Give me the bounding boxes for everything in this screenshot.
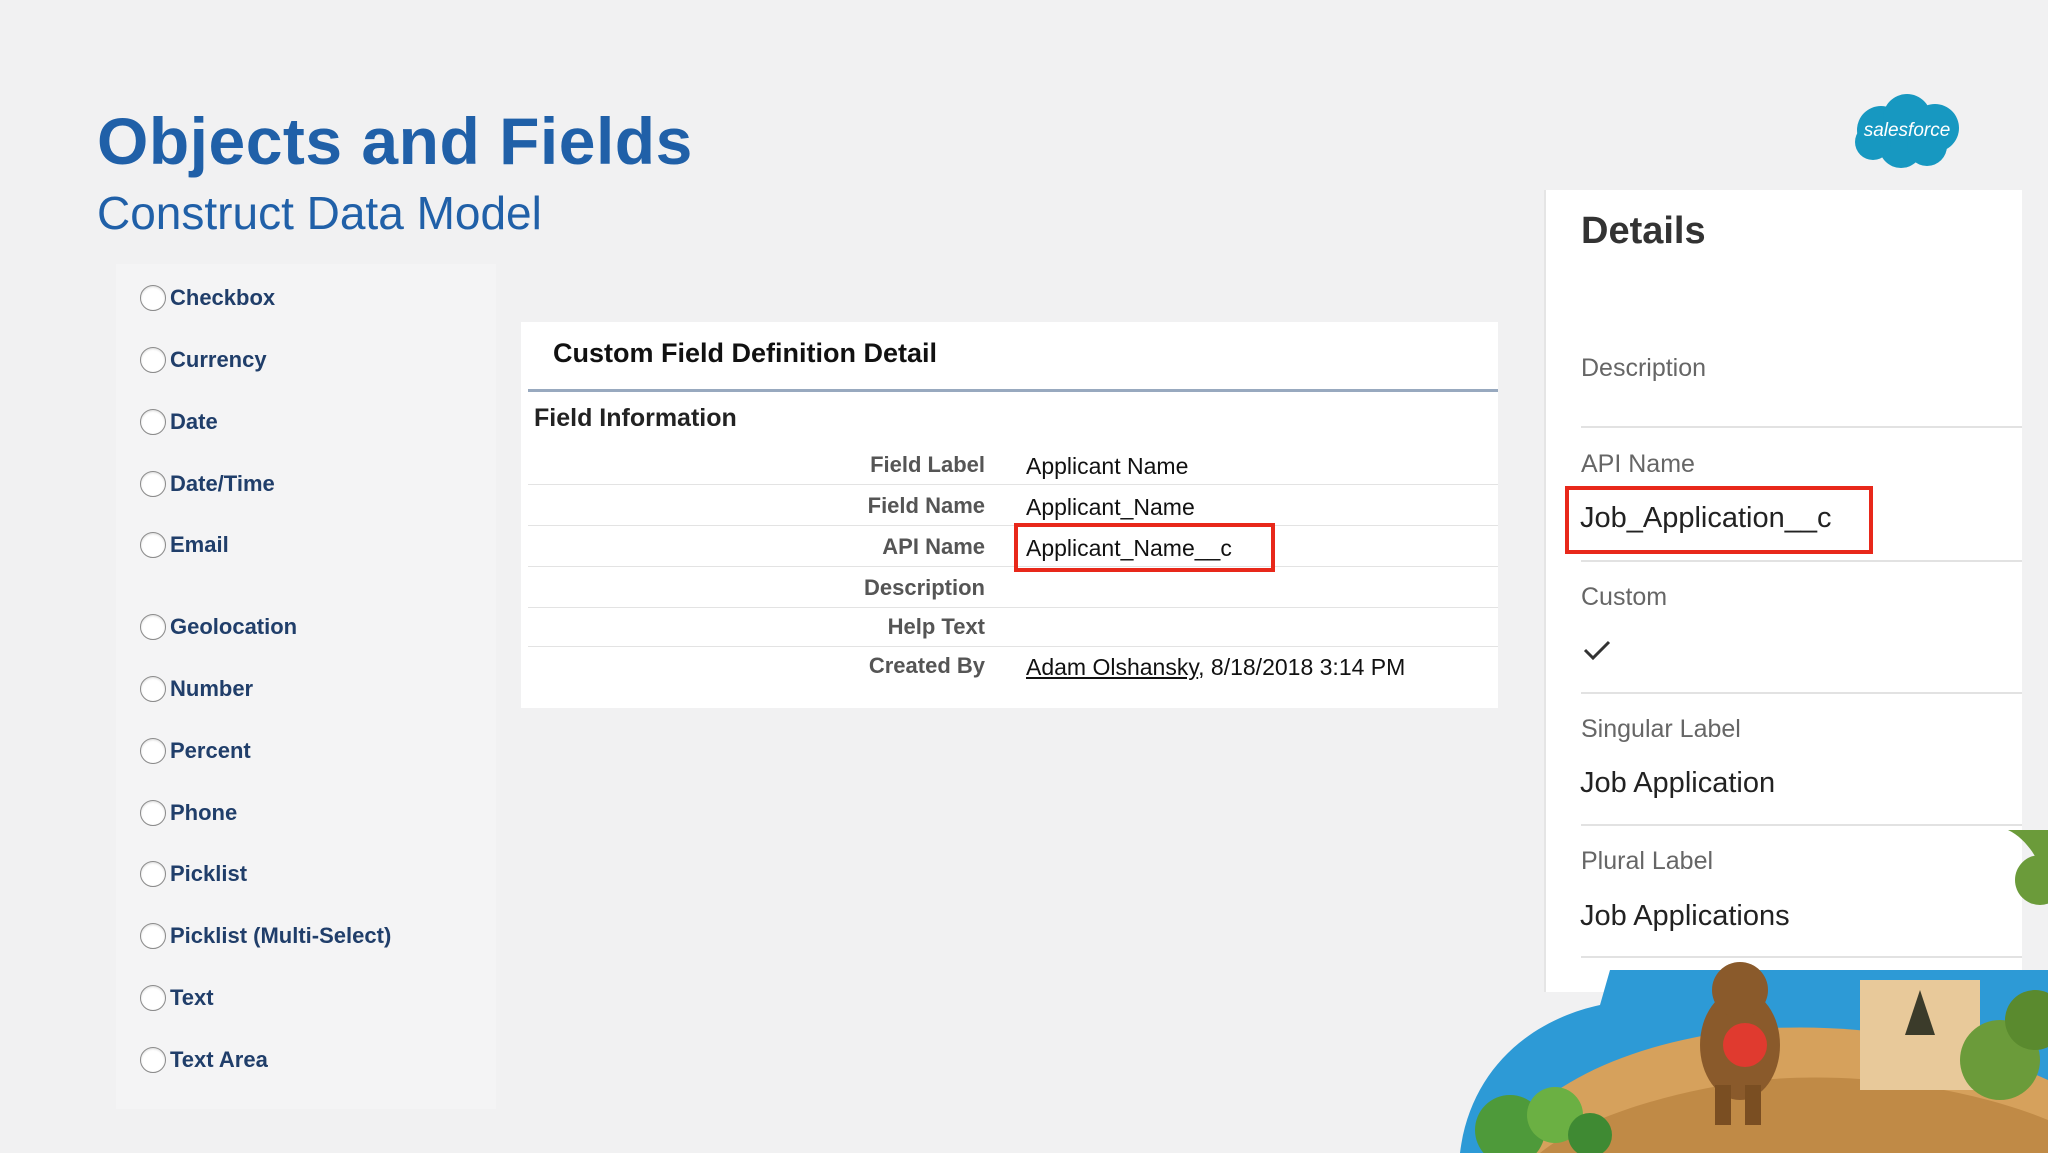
field-type-label: Number <box>170 676 254 701</box>
radio-button[interactable] <box>140 800 166 826</box>
row-value: Applicant Name <box>1026 453 1189 479</box>
row-label: Field Label <box>870 452 985 477</box>
field-type-label: Date <box>170 409 218 434</box>
field-type-option[interactable]: Text <box>140 985 214 1011</box>
radio-button[interactable] <box>140 614 166 640</box>
radio-button[interactable] <box>140 1047 166 1073</box>
radio-button[interactable] <box>140 738 166 764</box>
card-header: Custom Field Definition Detail <box>553 338 938 368</box>
table-row: Created By Adam Olshansky, 8/18/2018 3:1… <box>528 645 1498 685</box>
field-type-option[interactable]: Phone <box>140 800 237 826</box>
row-value: Adam Olshansky, 8/18/2018 3:14 PM <box>1026 654 1405 681</box>
radio-button[interactable] <box>140 923 166 949</box>
field-type-option[interactable]: Text Area <box>140 1047 268 1073</box>
table-row: API Name Applicant_Name__c <box>528 526 1498 567</box>
table-row: Field Label Applicant Name <box>528 444 1498 485</box>
description-label: Description <box>1581 354 1707 382</box>
radio-button[interactable] <box>140 285 166 311</box>
field-type-label: Geolocation <box>170 614 298 639</box>
table-row: Description <box>528 567 1498 608</box>
slide-subtitle: Construct Data Model <box>97 187 542 239</box>
field-type-option[interactable]: Percent <box>140 738 251 764</box>
mascot-illustration <box>1460 830 2048 1153</box>
field-type-label: Checkbox <box>170 285 276 310</box>
custom-label: Custom <box>1581 583 1668 611</box>
custom-field-definition-card: Custom Field Definition Detail Field Inf… <box>521 322 1498 708</box>
radio-button[interactable] <box>140 676 166 702</box>
slide-title: Objects and Fields <box>97 104 693 178</box>
field-type-option[interactable]: Picklist (Multi-Select) <box>140 923 391 949</box>
field-type-option[interactable]: Geolocation <box>140 614 297 640</box>
details-title: Details <box>1581 210 1706 252</box>
radio-button[interactable] <box>140 471 166 497</box>
field-type-option[interactable]: Date/Time <box>140 471 275 497</box>
checkmark-icon <box>1583 640 1611 661</box>
created-date: , 8/18/2018 3:14 PM <box>1198 654 1406 680</box>
table-row: Help Text <box>528 606 1498 647</box>
field-type-label: Text <box>170 985 214 1010</box>
field-type-option[interactable]: Date <box>140 409 218 435</box>
api-name-highlight-box <box>1014 523 1275 572</box>
divider <box>1581 426 2022 428</box>
field-type-option[interactable]: Number <box>140 676 253 702</box>
singular-label-value: Job Application <box>1580 767 1776 799</box>
logo-text: salesforce <box>1863 120 1951 141</box>
row-label: API Name <box>882 534 985 559</box>
singular-label-label: Singular Label <box>1581 715 1741 743</box>
header-divider <box>528 389 1498 392</box>
field-type-label: Currency <box>170 347 267 372</box>
divider <box>1581 692 2022 694</box>
api-name-highlight-box <box>1565 486 1873 554</box>
divider <box>1581 824 2022 826</box>
field-type-option[interactable]: Email <box>140 532 229 558</box>
field-type-label: Email <box>170 532 229 557</box>
field-type-label: Text Area <box>170 1047 268 1072</box>
radio-button[interactable] <box>140 347 166 373</box>
salesforce-logo: salesforce <box>1851 92 1963 172</box>
row-label: Description <box>863 575 985 600</box>
table-row: Field Name Applicant_Name <box>528 485 1498 526</box>
field-type-option[interactable]: Checkbox <box>140 285 275 311</box>
radio-button[interactable] <box>140 532 166 558</box>
created-by-link[interactable]: Adam Olshansky <box>1026 654 1198 680</box>
row-label: Field Name <box>867 493 985 518</box>
row-label: Help Text <box>887 614 985 639</box>
api-name-label: API Name <box>1581 450 1695 478</box>
row-value: Applicant_Name <box>1026 494 1195 520</box>
field-type-option[interactable]: Picklist <box>140 861 247 887</box>
row-label: Created By <box>868 653 985 678</box>
field-type-label: Date/Time <box>170 471 275 496</box>
field-type-option[interactable]: Currency <box>140 347 267 373</box>
section-title: Field Information <box>534 404 737 432</box>
radio-button[interactable] <box>140 409 166 435</box>
field-type-label: Percent <box>170 738 251 763</box>
field-type-label: Picklist <box>170 861 248 886</box>
radio-button[interactable] <box>140 861 166 887</box>
radio-button[interactable] <box>140 985 166 1011</box>
field-type-label: Phone <box>170 800 238 825</box>
divider <box>1581 560 2022 562</box>
field-type-list: Checkbox Currency Date Date/Time Email G… <box>116 264 496 1109</box>
field-type-label: Picklist (Multi-Select) <box>170 923 392 948</box>
